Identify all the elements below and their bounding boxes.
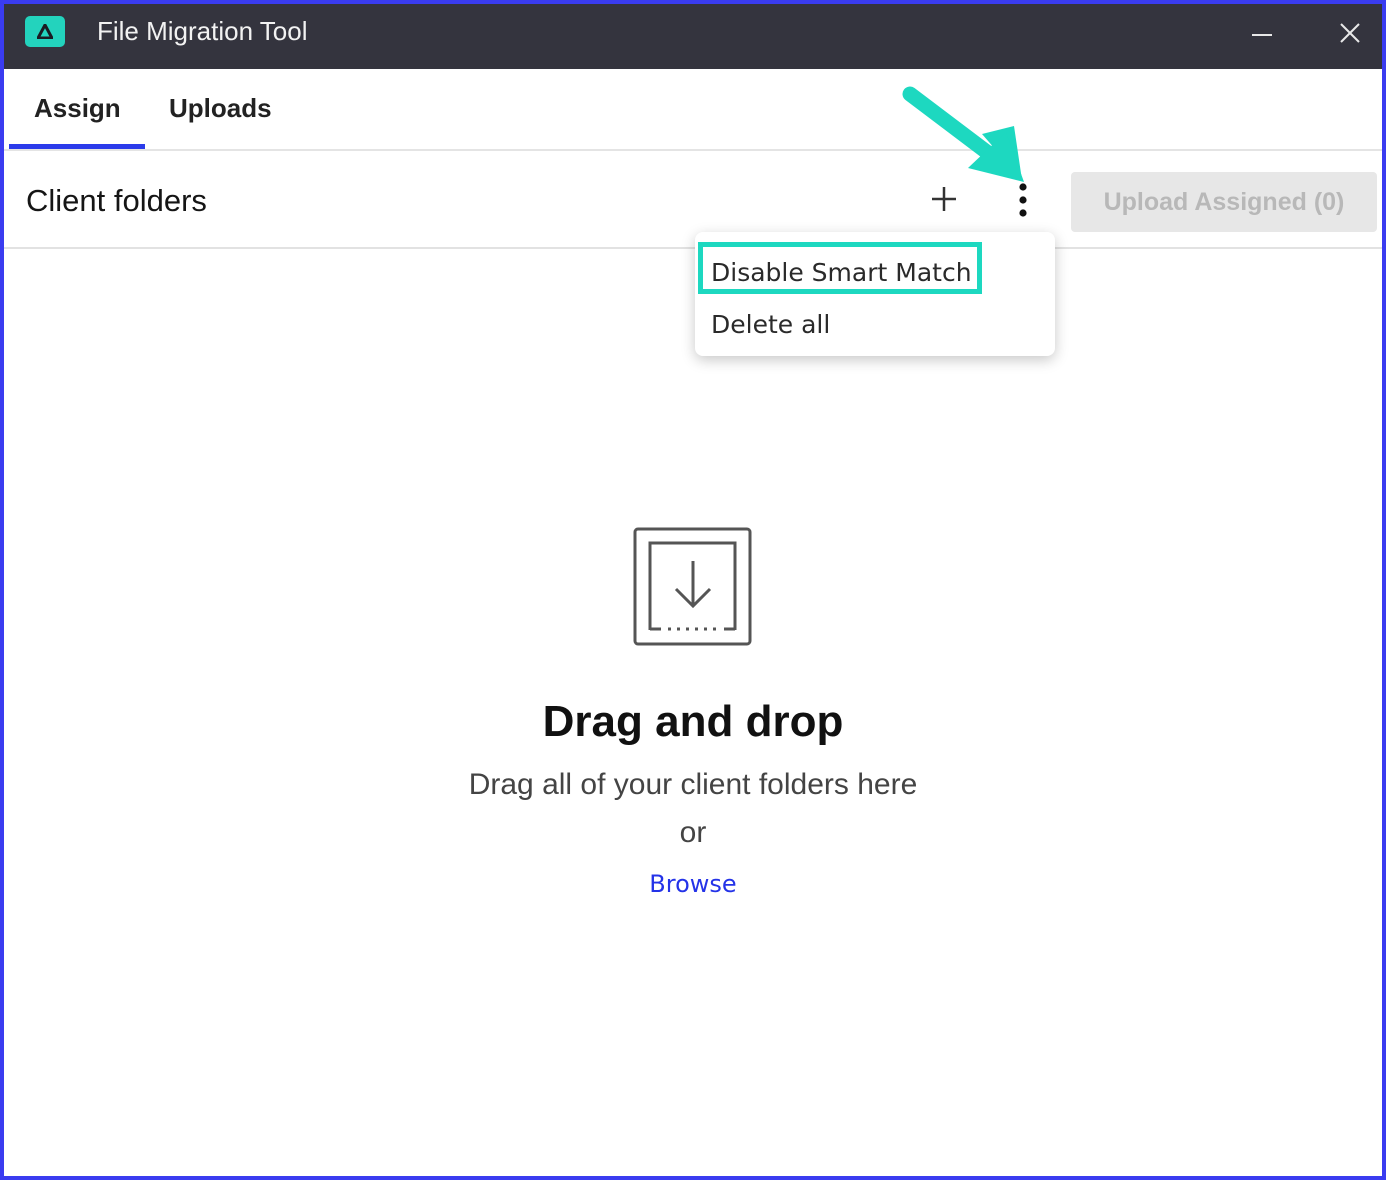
more-options-menu: Disable Smart Match Delete all [695, 232, 1055, 356]
dropzone-subtitle: Drag all of your client folders here [468, 768, 918, 801]
tab-uploads[interactable]: Uploads [169, 93, 272, 124]
window-title: File Migration Tool [97, 16, 308, 46]
arrow-annotation-icon [902, 86, 1024, 182]
dropzone-or: or [679, 816, 707, 849]
menu-item-delete-all[interactable]: Delete all [711, 310, 830, 339]
minimize-icon[interactable] [1240, 14, 1284, 58]
app-window: File Migration Tool Assign Uploads Clien… [0, 0, 1386, 1180]
tab-bar: Assign Uploads [4, 69, 1382, 151]
menu-item-disable-smart-match[interactable]: Disable Smart Match [711, 258, 972, 287]
active-tab-indicator [9, 144, 145, 149]
upload-assigned-button[interactable]: Upload Assigned (0) [1071, 172, 1377, 232]
client-folders-toolbar: Client folders Upload Assigned (0) [4, 151, 1382, 249]
close-icon[interactable] [1328, 14, 1372, 58]
browse-link[interactable]: Browse [4, 870, 1382, 898]
dropzone-title: Drag and drop [542, 697, 844, 746]
title-bar: File Migration Tool [4, 4, 1382, 69]
tab-assign[interactable]: Assign [34, 93, 121, 124]
delta-logo-icon [25, 16, 65, 47]
download-tray-icon [633, 527, 752, 646]
section-title: Client folders [26, 183, 207, 218]
